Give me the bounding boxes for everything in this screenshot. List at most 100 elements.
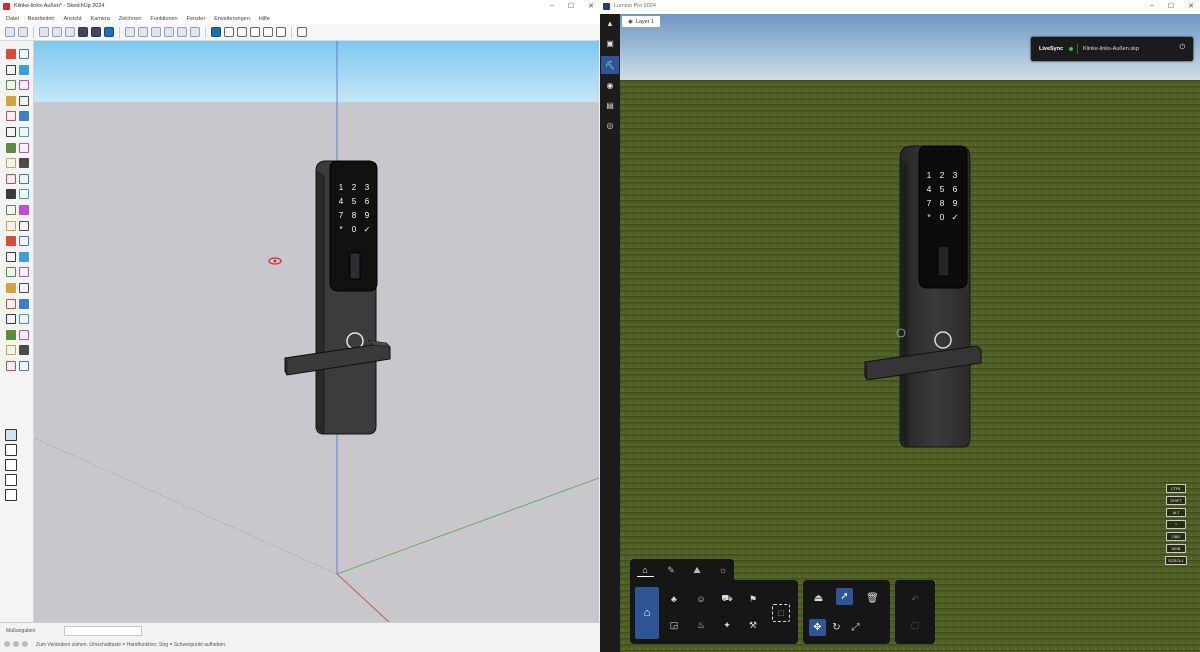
axes-tool-icon[interactable] [6,189,16,200]
redo-icon[interactable]: ▢ [909,619,921,631]
menu-ansicht[interactable]: Ansicht [63,16,81,22]
rotate-tool-icon[interactable] [19,111,29,122]
exterior-icon[interactable]: ◲ [667,618,681,632]
menu-funktionen[interactable]: Funktionen [150,16,177,22]
shaded-style-icon[interactable] [104,27,114,37]
scale-tool-icon[interactable] [6,345,16,356]
credits-icon[interactable] [13,641,19,647]
effects-icon[interactable]: ✦ [720,618,734,632]
follow-me-icon[interactable] [19,361,29,371]
follow-me-icon[interactable] [19,142,29,153]
move-tool-icon[interactable] [6,329,16,340]
rotate-icon[interactable]: ↻ [828,619,845,636]
look-around-icon[interactable] [19,236,29,247]
select-tool-icon[interactable] [6,267,16,278]
walk-tool-icon[interactable] [6,236,16,247]
close-icon[interactable]: ✕ [588,2,594,10]
lumion-home-icon[interactable]: ▲ [605,18,615,28]
line-tool-icon[interactable] [6,80,16,91]
protractor-icon[interactable] [6,173,16,184]
text-tool-icon[interactable] [19,173,29,184]
move-icon[interactable]: ✥ [809,619,826,636]
move-tool-icon[interactable] [6,111,16,122]
component-icon[interactable] [164,27,174,37]
measurements-input[interactable] [64,626,142,636]
paint-bucket-icon[interactable] [6,64,16,75]
eye-icon[interactable]: ◉ [628,19,633,25]
sketchup-viewport[interactable]: 1 2 3 4 5 6 7 8 9 * 0 ✓ [34,41,599,622]
polygon-tool-icon[interactable] [19,314,29,325]
position-camera-icon[interactable] [19,251,29,262]
lumion-maximize-icon[interactable]: ☐ [1168,2,1174,10]
paint-bucket-icon[interactable] [6,283,16,293]
orbit-tool-icon[interactable] [6,205,16,215]
camera-mode-icon[interactable]: ◉ [605,80,615,90]
place-object-icon[interactable]: ⏏ [810,590,827,607]
push-pull-icon[interactable] [6,361,16,371]
back-view-icon[interactable] [65,27,75,37]
arc-tool-icon[interactable] [6,314,16,325]
hand-tool-icon[interactable] [5,459,17,471]
rotate-tool-icon[interactable] [19,329,29,340]
select-pointer-icon[interactable]: ➚ [836,588,853,605]
tab-weather-icon[interactable]: ☼ [716,563,730,577]
eraser-tool-icon[interactable] [19,267,29,278]
3d-text-icon[interactable] [19,189,29,200]
left-view-icon[interactable] [78,27,88,37]
export-icon[interactable] [250,27,260,37]
select-tool-icon[interactable] [6,49,16,59]
menu-kamera[interactable]: Kamera [91,16,110,22]
menu-erweiterungen[interactable]: Erweiterungen [214,16,249,22]
front-view-icon[interactable] [39,27,49,37]
document-icon[interactable] [5,489,17,501]
line-tool-icon[interactable] [6,298,16,309]
iso-view-icon[interactable] [5,27,15,37]
tab-home-icon[interactable]: ⌂ [638,563,652,577]
lumion-close-icon[interactable]: ✕ [1188,2,1194,10]
section-tool-icon[interactable] [6,251,16,262]
rectangle-tool-icon[interactable] [19,283,29,293]
info-icon[interactable] [4,641,10,647]
tab-landscape-icon[interactable]: ⛰ [690,563,704,577]
lights-icon[interactable]: ♨ [694,618,708,632]
polygon-tool-icon[interactable] [19,95,29,106]
undo-icon[interactable]: ↶ [909,593,921,605]
lumion-viewport[interactable]: 1 2 3 4 5 6 7 8 9 * 0 ✓ [620,14,1200,652]
maximize-icon[interactable]: ☐ [568,2,574,10]
save-icon[interactable]: ▣ [605,38,615,48]
layer-tab[interactable]: ◉ Layer 1 [622,16,661,27]
scale-tool-icon[interactable] [6,127,16,137]
zoom-tool-icon[interactable] [6,220,16,231]
utilities-icon[interactable]: ⚒ [746,618,760,632]
menu-hilfe[interactable]: Hilfe [259,16,270,22]
section-plane-icon[interactable] [125,27,135,37]
power-icon[interactable]: ⏻ [1179,44,1185,52]
eraser-tool-icon[interactable] [19,49,29,59]
section-fill-icon[interactable] [151,27,161,37]
menu-fenster[interactable]: Fenster [187,16,206,22]
zoom-extents-icon[interactable] [19,220,29,231]
selection-box-icon[interactable]: ⬚ [772,604,790,622]
movie-mode-icon[interactable]: ▤ [605,100,615,110]
panorama-mode-icon[interactable]: ◎ [605,120,615,130]
section-cut-icon[interactable] [138,27,148,37]
settings-icon[interactable] [297,27,307,37]
stop-icon[interactable] [237,27,247,37]
menu-datei[interactable]: Datei [6,16,19,22]
lumion-livesync-icon[interactable] [211,27,221,37]
build-mode-icon[interactable]: ⛏ [601,56,619,74]
pan-tool-icon[interactable] [19,205,29,215]
arc-tool-icon[interactable] [6,95,16,106]
outliner-icon[interactable] [190,27,200,37]
rotate-view-icon[interactable] [5,444,17,456]
tab-materials-icon[interactable]: ✎ [664,563,678,577]
dimension-icon[interactable] [19,158,29,169]
imported-models-icon[interactable]: ⌂ [635,587,659,639]
scale-icon[interactable]: ⤢ [847,619,864,636]
interior-icon[interactable]: ⚑ [746,592,760,606]
minimize-icon[interactable]: – [550,2,554,10]
tape-measure-icon[interactable] [6,158,16,169]
video-icon[interactable] [263,27,273,37]
layers-icon[interactable] [177,27,187,37]
video-tool-icon[interactable] [5,474,17,486]
